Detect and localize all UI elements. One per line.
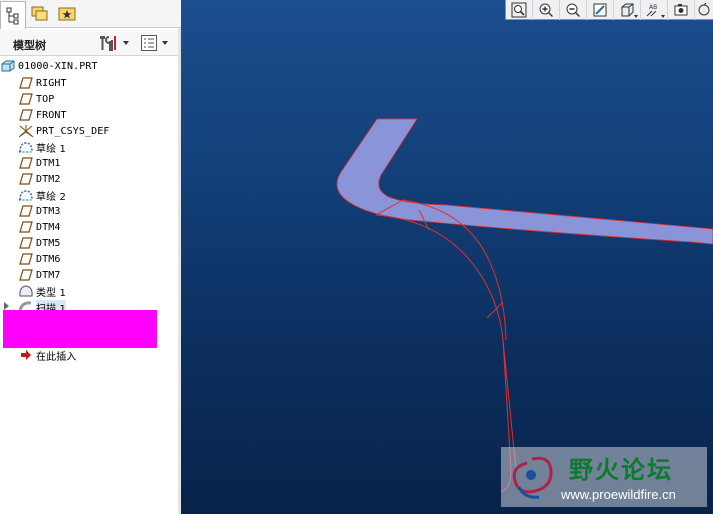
tree-root-item[interactable]: 01000-XIN.PRT	[0, 58, 98, 74]
zoom-in-button[interactable]	[533, 0, 560, 20]
model-tree-tab[interactable]	[0, 1, 26, 29]
model-tree-tab-icon	[6, 7, 19, 24]
tree-item-label: FRONT	[36, 109, 67, 121]
zoom-out-button[interactable]	[560, 0, 587, 20]
favorites-tab[interactable]	[54, 1, 80, 27]
repaint-icon	[593, 3, 607, 17]
tree-item-label: RIGHT	[36, 77, 67, 89]
insert-here-item[interactable]: 在此插入	[18, 347, 76, 363]
model-tree-header: 模型树	[0, 30, 181, 56]
tree-item-csys[interactable]: PRT_CSYS_DEF	[18, 123, 109, 139]
datum-plane-icon	[18, 204, 34, 218]
datum-plane-icon	[18, 268, 34, 282]
saved-views-icon	[674, 4, 688, 16]
insert-here-label: 在此插入	[36, 351, 77, 363]
part-icon	[0, 59, 16, 73]
tree-item-dtm4[interactable]: DTM4	[18, 219, 60, 235]
forum-logo-icon	[512, 456, 553, 499]
sweep-surface	[336, 118, 713, 245]
chevron-down-icon	[661, 15, 665, 18]
watermark-title: 野火论坛	[569, 456, 673, 484]
zoom-fit-icon	[511, 2, 527, 18]
datum-plane-icon	[18, 172, 34, 186]
tree-item-label: 草绘 1	[36, 143, 66, 155]
tree-item-dtm2[interactable]: DTM2	[18, 171, 60, 187]
favorites-tab-icon	[58, 7, 76, 21]
folder-browser-tab[interactable]	[27, 1, 53, 27]
tree-item-front[interactable]: FRONT	[18, 107, 67, 123]
insert-arrow-icon	[18, 348, 34, 362]
navigator-panel: 模型树 01000-XIN.PRT RIGHT TOP FRONT PRT_CS…	[0, 0, 181, 514]
tree-item-label: 类型 1	[36, 287, 66, 299]
tree-item-label: DTM7	[36, 269, 61, 281]
model-tree-title: 模型树	[13, 39, 46, 52]
view-toolbar: AB	[505, 0, 713, 20]
surface-feature-icon	[18, 284, 34, 298]
display-style-button[interactable]	[614, 0, 641, 20]
tree-item-sketch1[interactable]: 草绘 1	[18, 139, 66, 155]
tree-item-dtm7[interactable]: DTM7	[18, 267, 60, 283]
zoom-fit-button[interactable]	[506, 0, 533, 20]
folder-browser-tab-icon	[31, 6, 48, 21]
repaint-button[interactable]	[587, 0, 614, 20]
annotation-display-button[interactable]: AB	[641, 0, 668, 20]
datum-plane-icon	[18, 252, 34, 266]
coordinate-system-icon	[18, 124, 34, 138]
edge-curves	[375, 199, 517, 493]
model-geometry	[336, 118, 713, 493]
redaction-box	[3, 310, 157, 348]
tools-icon	[100, 36, 116, 51]
tree-item-label: DTM3	[36, 205, 61, 217]
tree-item-label: DTM4	[36, 221, 61, 233]
tree-root-label: 01000-XIN.PRT	[18, 60, 98, 72]
tree-show-button[interactable]	[140, 34, 168, 52]
tree-item-right[interactable]: RIGHT	[18, 75, 67, 91]
watermark-url: www.proewildfire.cn	[561, 487, 676, 502]
zoom-in-icon	[539, 3, 553, 17]
tree-item-dtm1[interactable]: DTM1	[18, 155, 60, 171]
datum-plane-icon	[18, 220, 34, 234]
tree-item-label: TOP	[36, 93, 55, 105]
tree-item-dtm5[interactable]: DTM5	[18, 235, 60, 251]
tree-item-label: 草绘 2	[36, 191, 66, 203]
datum-plane-icon	[18, 156, 34, 170]
navigator-tabs	[0, 0, 181, 29]
display-style-icon	[621, 3, 634, 17]
graphics-viewport[interactable]: AB 野火论坛 www.proewildfire.cn	[181, 0, 713, 514]
datum-plane-icon	[18, 92, 34, 106]
tree-settings-button[interactable]	[97, 34, 129, 52]
tree-item-sketch2[interactable]: 草绘 2	[18, 187, 66, 203]
sketch-icon	[18, 188, 34, 202]
tree-item-top[interactable]: TOP	[18, 91, 54, 107]
tree-item-type1[interactable]: 类型 1	[18, 283, 66, 299]
tree-item-dtm3[interactable]: DTM3	[18, 203, 60, 219]
tree-filter-icon	[141, 35, 157, 51]
zoom-out-icon	[566, 3, 580, 17]
saved-views-button[interactable]	[668, 0, 695, 20]
forum-watermark: 野火论坛 www.proewildfire.cn	[501, 447, 707, 507]
datum-plane-icon	[18, 236, 34, 250]
datum-plane-icon	[18, 108, 34, 122]
tree-item-label: DTM6	[36, 253, 61, 265]
tree-item-label: DTM2	[36, 173, 61, 185]
sketch-icon	[18, 140, 34, 154]
tree-item-label: DTM1	[36, 157, 61, 169]
expand-arrow-icon[interactable]	[4, 302, 9, 310]
tree-item-label: PRT_CSYS_DEF	[36, 125, 110, 137]
tree-item-dtm6[interactable]: DTM6	[18, 251, 60, 267]
tree-item-label: DTM5	[36, 237, 61, 249]
spin-center-button[interactable]	[695, 0, 713, 20]
chevron-down-icon	[162, 41, 168, 45]
chevron-down-icon	[123, 41, 129, 45]
chevron-down-icon	[634, 15, 638, 18]
spin-center-icon	[698, 2, 710, 16]
datum-plane-icon	[18, 76, 34, 90]
svg-text:AB: AB	[649, 4, 657, 11]
